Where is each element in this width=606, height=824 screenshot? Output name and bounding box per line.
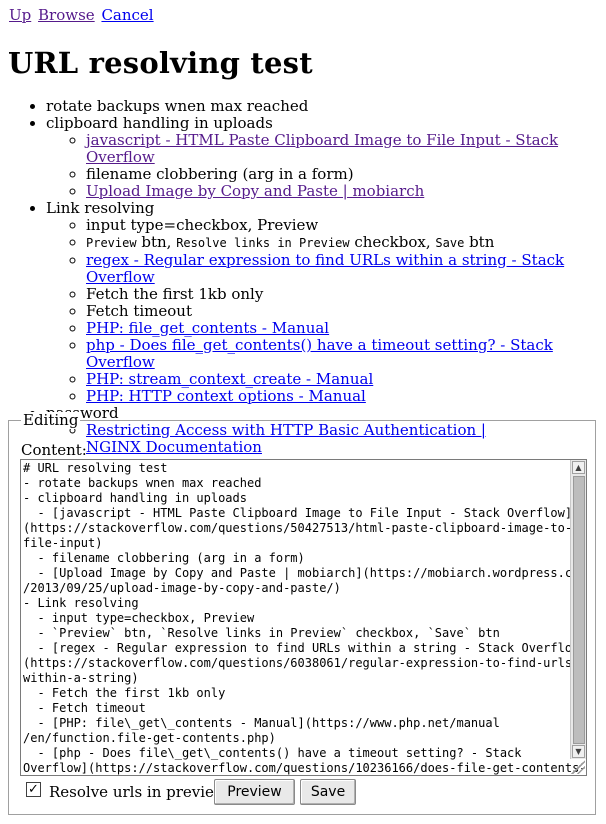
sub-list-item: Preview btn, Resolve links in Preview ch… <box>86 234 606 252</box>
vertical-scrollbar[interactable]: ▲ ▼ <box>570 460 586 759</box>
editor-controls: ✓ Resolve urls in preview Preview Save <box>23 778 583 808</box>
top-nav: Up Browse Cancel <box>9 6 156 24</box>
list-item-text: clipboard handling in uploads <box>46 114 273 132</box>
list-item-text: rotate backups wnen max reached <box>46 97 309 115</box>
list-item: Link resolving input type=checkbox, Prev… <box>46 200 606 405</box>
link-php-timeout-setting[interactable]: php - Does file_get_contents() have a ti… <box>86 336 553 371</box>
link-mobiarch-upload[interactable]: Upload Image by Copy and Paste | mobiarc… <box>86 182 424 200</box>
link-php-file-get-contents[interactable]: PHP: file_get_contents - Manual <box>86 319 329 337</box>
sub-list-item: Upload Image by Copy and Paste | mobiarc… <box>86 183 606 200</box>
list-item-text: Fetch timeout <box>86 302 192 320</box>
sub-list-item: PHP: HTTP context options - Manual <box>86 388 606 405</box>
scrollbar-thumb[interactable] <box>573 476 585 744</box>
link-php-http-context[interactable]: PHP: HTTP context options - Manual <box>86 387 366 405</box>
sub-list-item: regex - Regular expression to find URLs … <box>86 252 606 286</box>
content-text[interactable]: # URL resolving test - rotate backups wn… <box>23 461 586 775</box>
sub-list-item: input type=checkbox, Preview <box>86 217 606 234</box>
sub-list-item: php - Does file_get_contents() have a ti… <box>86 337 606 371</box>
list-item-text: btn <box>464 233 495 251</box>
list-item-text: checkbox, <box>349 233 436 251</box>
content-textarea[interactable]: # URL resolving test - rotate backups wn… <box>20 459 587 776</box>
sub-list-item: Fetch timeout <box>86 303 606 320</box>
resolve-urls-checkbox[interactable]: ✓ <box>26 782 41 797</box>
sub-list-item: filename clobbering (arg in a form) <box>86 166 606 183</box>
link-php-stream-context[interactable]: PHP: stream_context_create - Manual <box>86 370 373 388</box>
editing-legend: Editing <box>21 411 81 429</box>
list-item: clipboard handling in uploads javascript… <box>46 115 606 200</box>
sub-list-item: PHP: stream_context_create - Manual <box>86 371 606 388</box>
link-stackoverflow-paste-image[interactable]: javascript - HTML Paste Clipboard Image … <box>86 131 558 166</box>
up-link[interactable]: Up <box>9 6 31 24</box>
list-item-text: btn, <box>136 233 177 251</box>
list-item-text: Fetch the first 1kb only <box>86 285 264 303</box>
sub-list-item: Fetch the first 1kb only <box>86 286 606 303</box>
outline-list: rotate backups wnen max reached clipboar… <box>0 98 606 456</box>
list-item-text: input type=checkbox, Preview <box>86 216 319 234</box>
save-button[interactable]: Save <box>300 779 356 805</box>
page-title: URL resolving test <box>8 46 313 80</box>
code-save: Save <box>435 236 465 250</box>
preview-button[interactable]: Preview <box>214 779 295 805</box>
resize-grip-icon[interactable] <box>571 760 585 774</box>
code-resolve-links: Resolve links in Preview <box>176 236 350 250</box>
list-item: rotate backups wnen max reached <box>46 98 606 115</box>
sub-list-item: PHP: file_get_contents - Manual <box>86 320 606 337</box>
sub-list: javascript - HTML Paste Clipboard Image … <box>46 132 606 200</box>
list-item-text: Link resolving <box>46 199 155 217</box>
resolve-urls-label[interactable]: Resolve urls in preview <box>49 783 227 801</box>
sub-list-item: javascript - HTML Paste Clipboard Image … <box>86 132 606 166</box>
editing-fieldset: Editing Content: # URL resolving test - … <box>8 412 596 815</box>
scroll-down-arrow-icon[interactable]: ▼ <box>572 745 585 758</box>
link-regex-urls[interactable]: regex - Regular expression to find URLs … <box>86 251 564 286</box>
scroll-up-arrow-icon[interactable]: ▲ <box>572 461 585 474</box>
code-preview: Preview <box>86 236 137 250</box>
sub-list: input type=checkbox, Preview Preview btn… <box>46 217 606 405</box>
list-item-text: filename clobbering (arg in a form) <box>86 165 354 183</box>
browse-link[interactable]: Browse <box>38 6 95 24</box>
cancel-link[interactable]: Cancel <box>101 6 153 24</box>
content-label: Content: <box>21 441 87 459</box>
